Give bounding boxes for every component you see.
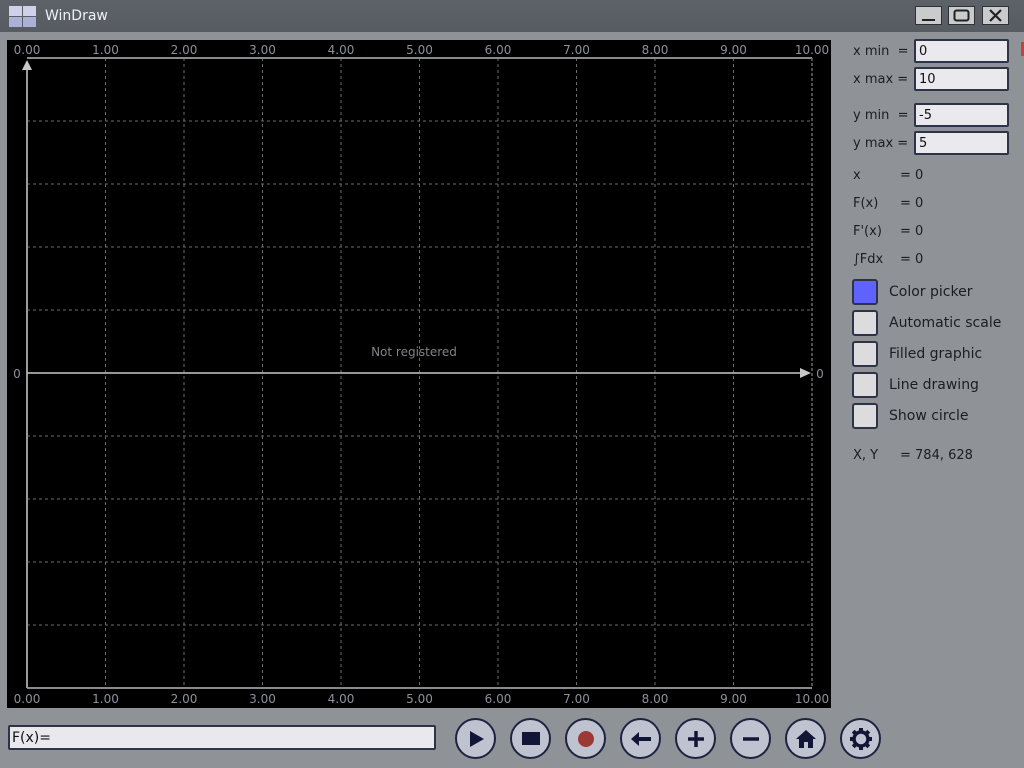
x-tick-label-bottom: 3.00 [249, 692, 276, 706]
x-tick-label-bottom: 9.00 [720, 692, 747, 706]
play-button[interactable] [455, 718, 496, 759]
back-button[interactable] [620, 718, 661, 759]
formula-input[interactable] [8, 725, 436, 750]
play-icon [469, 730, 484, 747]
y-axis-label-left: 0 [13, 367, 21, 381]
readout-integral-value: = 0 [900, 252, 924, 267]
readout-derivative-label: F'(x) [853, 224, 882, 239]
x-tick-label-top: 2.00 [171, 43, 198, 57]
x-min-label: x min = [853, 44, 909, 59]
x-tick-label-top: 5.00 [406, 43, 433, 57]
gear-icon [849, 727, 872, 750]
cursor-xy-value: = 784, 628 [900, 448, 973, 463]
stop-button[interactable] [510, 718, 551, 759]
x-tick-label-top: 1.00 [92, 43, 119, 57]
color-picker-swatch[interactable] [852, 279, 878, 305]
x-tick-label-bottom: 6.00 [485, 692, 512, 706]
plot-canvas[interactable]: 0.00 1.00 2.00 3.00 4.00 5.00 6.00 7.00 8.00 9.00… [7, 40, 831, 708]
show-circle-label: Show circle [889, 408, 969, 424]
watermark-text: Not registered [371, 345, 457, 359]
y-min-input[interactable] [914, 103, 1009, 127]
settings-button[interactable] [840, 718, 881, 759]
y-min-label: y min = [853, 108, 909, 123]
readout-x-value: = 0 [900, 168, 924, 183]
x-tick-label-bottom: 8.00 [642, 692, 669, 706]
zoom-in-button[interactable] [675, 718, 716, 759]
x-tick-label-top: 8.00 [642, 43, 669, 57]
close-icon [989, 9, 1002, 22]
readout-integral-label: ∫Fdx [853, 252, 884, 267]
record-button[interactable] [565, 718, 606, 759]
title-bar: WinDraw [0, 0, 1024, 32]
x-axis-arrow [800, 368, 811, 378]
x-tick-label-bottom: 1.00 [92, 692, 119, 706]
x-tick-label-bottom: 2.00 [171, 692, 198, 706]
x-tick-label-bottom: 7.00 [563, 692, 590, 706]
plot-svg: 0.00 1.00 2.00 3.00 4.00 5.00 6.00 7.00 8.00 9.00… [13, 43, 829, 706]
x-tick-label-bottom: 5.00 [406, 692, 433, 706]
y-axis-arrow [22, 60, 32, 70]
x-tick-label-bottom: 4.00 [328, 692, 355, 706]
readout-derivative-value: = 0 [900, 224, 924, 239]
home-button[interactable] [785, 718, 826, 759]
record-icon [577, 730, 594, 747]
line-drawing-label: Line drawing [889, 377, 979, 393]
x-tick-label-top: 10.00 [795, 43, 829, 57]
filled-graphic-checkbox[interactable] [852, 341, 878, 367]
x-tick-label-top: 7.00 [563, 43, 590, 57]
minimize-icon [922, 18, 935, 21]
close-button[interactable] [982, 6, 1009, 25]
app-grid-icon [9, 6, 36, 27]
maximize-button[interactable] [948, 6, 975, 25]
automatic-scale-label: Automatic scale [889, 315, 1002, 331]
x-min-input[interactable] [914, 39, 1009, 63]
zoom-out-button[interactable] [730, 718, 771, 759]
cursor-xy-label: X, Y [853, 448, 879, 463]
minus-icon [742, 736, 759, 741]
y-max-input[interactable] [914, 131, 1009, 155]
maximize-icon [953, 9, 970, 22]
x-max-label: x max = [853, 72, 909, 87]
readout-fx-value: = 0 [900, 196, 924, 211]
x-tick-label-top: 4.00 [328, 43, 355, 57]
x-tick-label-bottom: 10.00 [795, 692, 829, 706]
plus-icon [687, 730, 704, 747]
y-max-label: y max = [853, 136, 909, 151]
x-tick-label-top: 9.00 [720, 43, 747, 57]
x-tick-label-top: 3.00 [249, 43, 276, 57]
stop-icon [521, 731, 540, 745]
readout-fx-label: F(x) [853, 196, 879, 211]
minimize-button[interactable] [915, 6, 942, 25]
x-max-input[interactable] [914, 67, 1009, 91]
y-axis-label-right: 0 [816, 367, 824, 381]
x-tick-label-top: 0.00 [14, 43, 41, 57]
arrow-left-icon [630, 731, 651, 746]
line-drawing-checkbox[interactable] [852, 372, 878, 398]
color-picker-label: Color picker [889, 284, 973, 300]
filled-graphic-label: Filled graphic [889, 346, 983, 362]
show-circle-checkbox[interactable] [852, 403, 878, 429]
automatic-scale-checkbox[interactable] [852, 310, 878, 336]
readout-x-label: x [853, 168, 861, 183]
home-icon [795, 729, 816, 748]
x-tick-label-top: 6.00 [485, 43, 512, 57]
window-title: WinDraw [45, 8, 108, 24]
x-tick-label-bottom: 0.00 [14, 692, 41, 706]
